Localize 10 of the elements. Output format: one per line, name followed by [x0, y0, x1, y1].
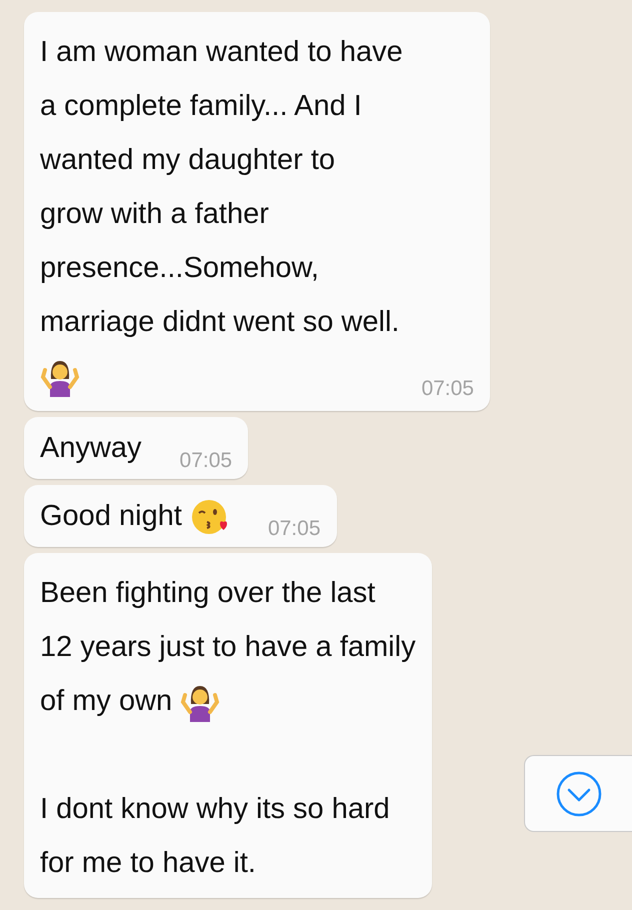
message-time: 07:05: [178, 448, 232, 474]
message-time: 07:05: [266, 516, 321, 542]
message-text: Anyway: [40, 432, 142, 464]
message-text: Good night: [40, 500, 183, 532]
scroll-down-button[interactable]: [524, 755, 632, 832]
message-text: I am woman wanted to have a complete family... And I wanted my daughter to grow with a father presence...Somehow, marriage didnt went so well.: [40, 36, 403, 338]
chevron-down-icon: [554, 770, 602, 818]
message-text: of my own: [40, 685, 174, 717]
message-text: I dont know why its so hard for me to have it.: [40, 793, 390, 879]
message-time: 07:05: [420, 376, 474, 402]
